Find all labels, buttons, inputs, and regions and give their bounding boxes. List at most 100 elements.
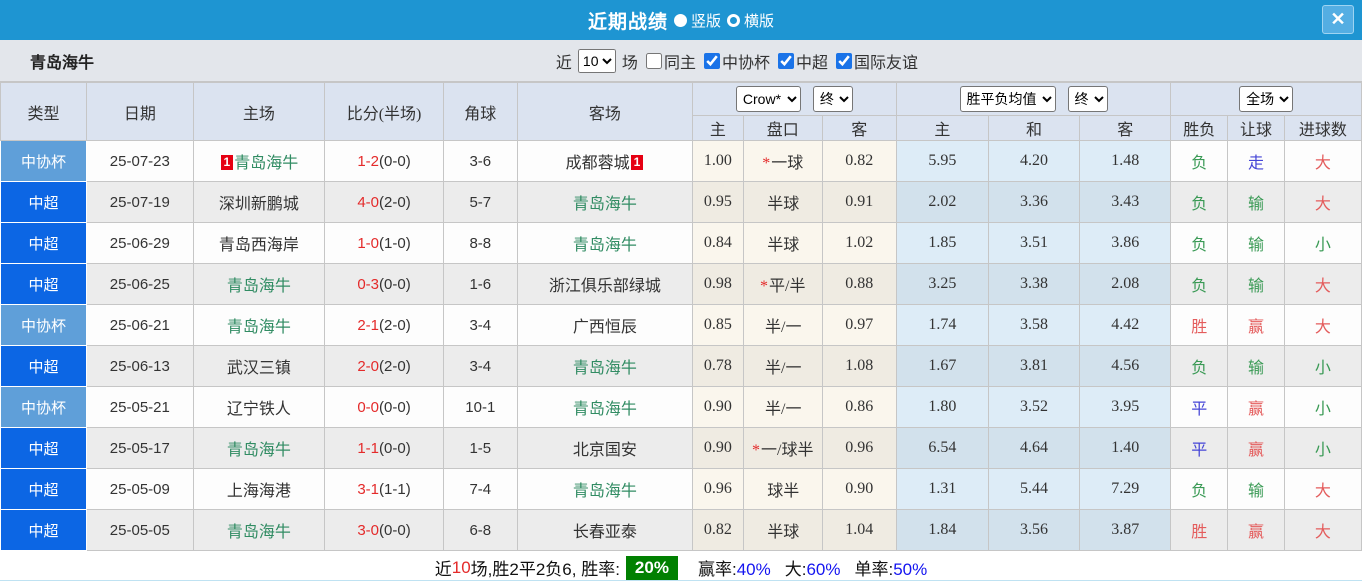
close-icon: ✕ bbox=[1330, 9, 1346, 29]
away-team-cell: 青岛海牛 bbox=[516, 386, 694, 428]
result-handicap: 输 bbox=[1227, 222, 1285, 264]
away-team-cell: 成都蓉城 1 bbox=[516, 140, 694, 182]
league-filter-0[interactable]: 中协杯 bbox=[696, 49, 770, 73]
halftime-score: (2-0) bbox=[379, 316, 411, 334]
subcol-handicap-away: 客 bbox=[821, 115, 897, 141]
view-option-vertical[interactable]: 竖版 bbox=[673, 10, 721, 31]
match-row: 中超 25-06-29 青岛西海岸 1-0(1-0) 8-8 青岛海牛 0.84… bbox=[0, 222, 1362, 264]
handicap-line-cell: 半球 bbox=[742, 509, 823, 551]
avg-type-select[interactable]: 胜平负均值 bbox=[959, 86, 1056, 112]
handicap-line: 半球 bbox=[767, 237, 800, 254]
league-filter-2[interactable]: 国际友谊 bbox=[828, 49, 918, 73]
league-filter-1[interactable]: 中超 bbox=[770, 49, 828, 73]
match-type: 中超 bbox=[0, 427, 88, 469]
halftime-score: (2-0) bbox=[379, 357, 411, 375]
home-team-cell: 1 青岛海牛 bbox=[192, 140, 326, 182]
away-team-name: 长春亚泰 bbox=[572, 524, 637, 541]
result-wdl: 负 bbox=[1170, 345, 1229, 387]
league-checkbox-1[interactable] bbox=[777, 52, 794, 69]
avg-away-odds: 3.43 bbox=[1079, 181, 1172, 223]
fulltime-score: 3-1 bbox=[357, 480, 380, 498]
home-team-cell: 青岛西海岸 bbox=[192, 222, 326, 264]
away-team-name: 广西恒辰 bbox=[572, 319, 637, 336]
home-team-name: 青岛海牛 bbox=[234, 155, 299, 172]
away-team-cell: 青岛海牛 bbox=[516, 222, 694, 264]
result-goals: 小 bbox=[1283, 222, 1362, 264]
subcol-result-handicap: 让球 bbox=[1227, 115, 1285, 141]
handicap-line-cell: 半/一 bbox=[742, 345, 823, 387]
col-type: 类型 bbox=[0, 82, 88, 141]
odds-time-select[interactable]: 终 bbox=[812, 86, 853, 112]
match-date: 25-05-17 bbox=[86, 427, 194, 469]
scope-select[interactable]: 全场 bbox=[1239, 86, 1294, 112]
handicap-home-odds: 0.82 bbox=[692, 509, 744, 551]
result-goals: 大 bbox=[1283, 140, 1362, 182]
match-row: 中超 25-05-05 青岛海牛 3-0(0-0) 6-8 长春亚泰 0.82 … bbox=[0, 509, 1362, 551]
same-home-checkbox[interactable] bbox=[645, 52, 662, 69]
col-score: 比分(半场) bbox=[324, 82, 444, 141]
score-cell: 2-0(2-0) bbox=[324, 345, 444, 387]
halftime-score: (1-0) bbox=[379, 234, 411, 252]
away-team-cell: 浙江俱乐部绿城 bbox=[516, 263, 694, 305]
same-home-filter[interactable]: 同主 bbox=[638, 49, 696, 73]
view-horizontal-label[interactable]: 横版 bbox=[744, 10, 774, 31]
near-label: 近 bbox=[555, 54, 572, 72]
avg-home-odds: 6.54 bbox=[895, 427, 989, 469]
view-vertical-label[interactable]: 竖版 bbox=[691, 10, 721, 31]
result-handicap: 输 bbox=[1227, 263, 1285, 305]
home-team-cell: 上海海港 bbox=[192, 468, 326, 510]
away-team-name: 浙江俱乐部绿城 bbox=[548, 278, 661, 295]
match-date: 25-05-09 bbox=[86, 468, 194, 510]
avg-time-select[interactable]: 终 bbox=[1067, 86, 1108, 112]
away-team-cell: 长春亚泰 bbox=[516, 509, 694, 551]
avg-draw-odds: 4.20 bbox=[987, 140, 1081, 182]
subcol-handicap-home: 主 bbox=[692, 115, 744, 141]
halftime-score: (0-0) bbox=[379, 152, 411, 170]
avg-draw-odds: 3.56 bbox=[987, 509, 1081, 551]
handicap-home-odds: 1.00 bbox=[692, 140, 744, 182]
radio-unselected-icon[interactable] bbox=[727, 13, 740, 27]
handicap-line-cell: 球半 bbox=[742, 468, 823, 510]
corners-cell: 1-6 bbox=[442, 263, 518, 305]
games-label: 场 bbox=[621, 54, 638, 72]
corners-cell: 3-4 bbox=[442, 304, 518, 346]
match-date: 25-06-21 bbox=[86, 304, 194, 346]
home-team-name: 青岛海牛 bbox=[226, 278, 291, 295]
league-checkbox-2[interactable] bbox=[835, 52, 852, 69]
handicap-away-odds: 1.04 bbox=[821, 509, 897, 551]
match-row: 中超 25-05-17 青岛海牛 1-1(0-0) 1-5 北京国安 0.90 … bbox=[0, 427, 1362, 469]
handicap-line: 平/半 bbox=[769, 278, 806, 295]
score-cell: 3-0(0-0) bbox=[324, 509, 444, 551]
halftime-score: (1-1) bbox=[379, 480, 411, 498]
avg-draw-odds: 5.44 bbox=[987, 468, 1081, 510]
subcol-result-goals: 进球数 bbox=[1283, 115, 1362, 141]
match-row: 中超 25-06-25 青岛海牛 0-3(0-0) 1-6 浙江俱乐部绿城 0.… bbox=[0, 263, 1362, 305]
radio-selected-icon[interactable] bbox=[673, 13, 687, 27]
away-team-cell: 北京国安 bbox=[516, 427, 694, 469]
handicap-line-cell: 半球 bbox=[742, 181, 823, 223]
results-body: 中协杯 25-07-23 1 青岛海牛 1-2(0-0) 3-6 成都蓉城 1 1.… bbox=[0, 140, 1362, 551]
page-title: 近期战绩 bbox=[587, 11, 668, 33]
col-home: 主场 bbox=[192, 82, 326, 141]
match-date: 25-07-23 bbox=[86, 140, 194, 182]
summary-footer: 近 10 场,胜2平2负6, 胜率: 20% 赢率:40% 大:60% 单率:50% bbox=[0, 551, 1362, 580]
view-option-horizontal[interactable]: 横版 bbox=[727, 10, 774, 31]
home-team-name: 青岛海牛 bbox=[226, 442, 291, 459]
home-team-cell: 青岛海牛 bbox=[192, 304, 326, 346]
result-goals: 大 bbox=[1283, 181, 1362, 223]
subcol-result-wdl: 胜负 bbox=[1170, 115, 1229, 141]
odds-company-select[interactable]: Crow* bbox=[735, 86, 801, 112]
close-button[interactable]: ✕ bbox=[1322, 5, 1354, 34]
fulltime-score: 1-0 bbox=[357, 234, 380, 252]
match-count-select[interactable]: 10 bbox=[577, 48, 616, 73]
home-team-cell: 青岛海牛 bbox=[192, 427, 326, 469]
fulltime-score: 3-0 bbox=[357, 521, 380, 539]
avg-draw-odds: 3.36 bbox=[987, 181, 1081, 223]
home-team-cell: 青岛海牛 bbox=[192, 509, 326, 551]
result-goals: 小 bbox=[1283, 386, 1362, 428]
result-wdl: 负 bbox=[1170, 263, 1229, 305]
avg-home-odds: 5.95 bbox=[895, 140, 989, 182]
handicap-line-cell: 半/一 bbox=[742, 386, 823, 428]
handicap-away-odds: 0.88 bbox=[821, 263, 897, 305]
league-checkbox-0[interactable] bbox=[703, 52, 720, 69]
